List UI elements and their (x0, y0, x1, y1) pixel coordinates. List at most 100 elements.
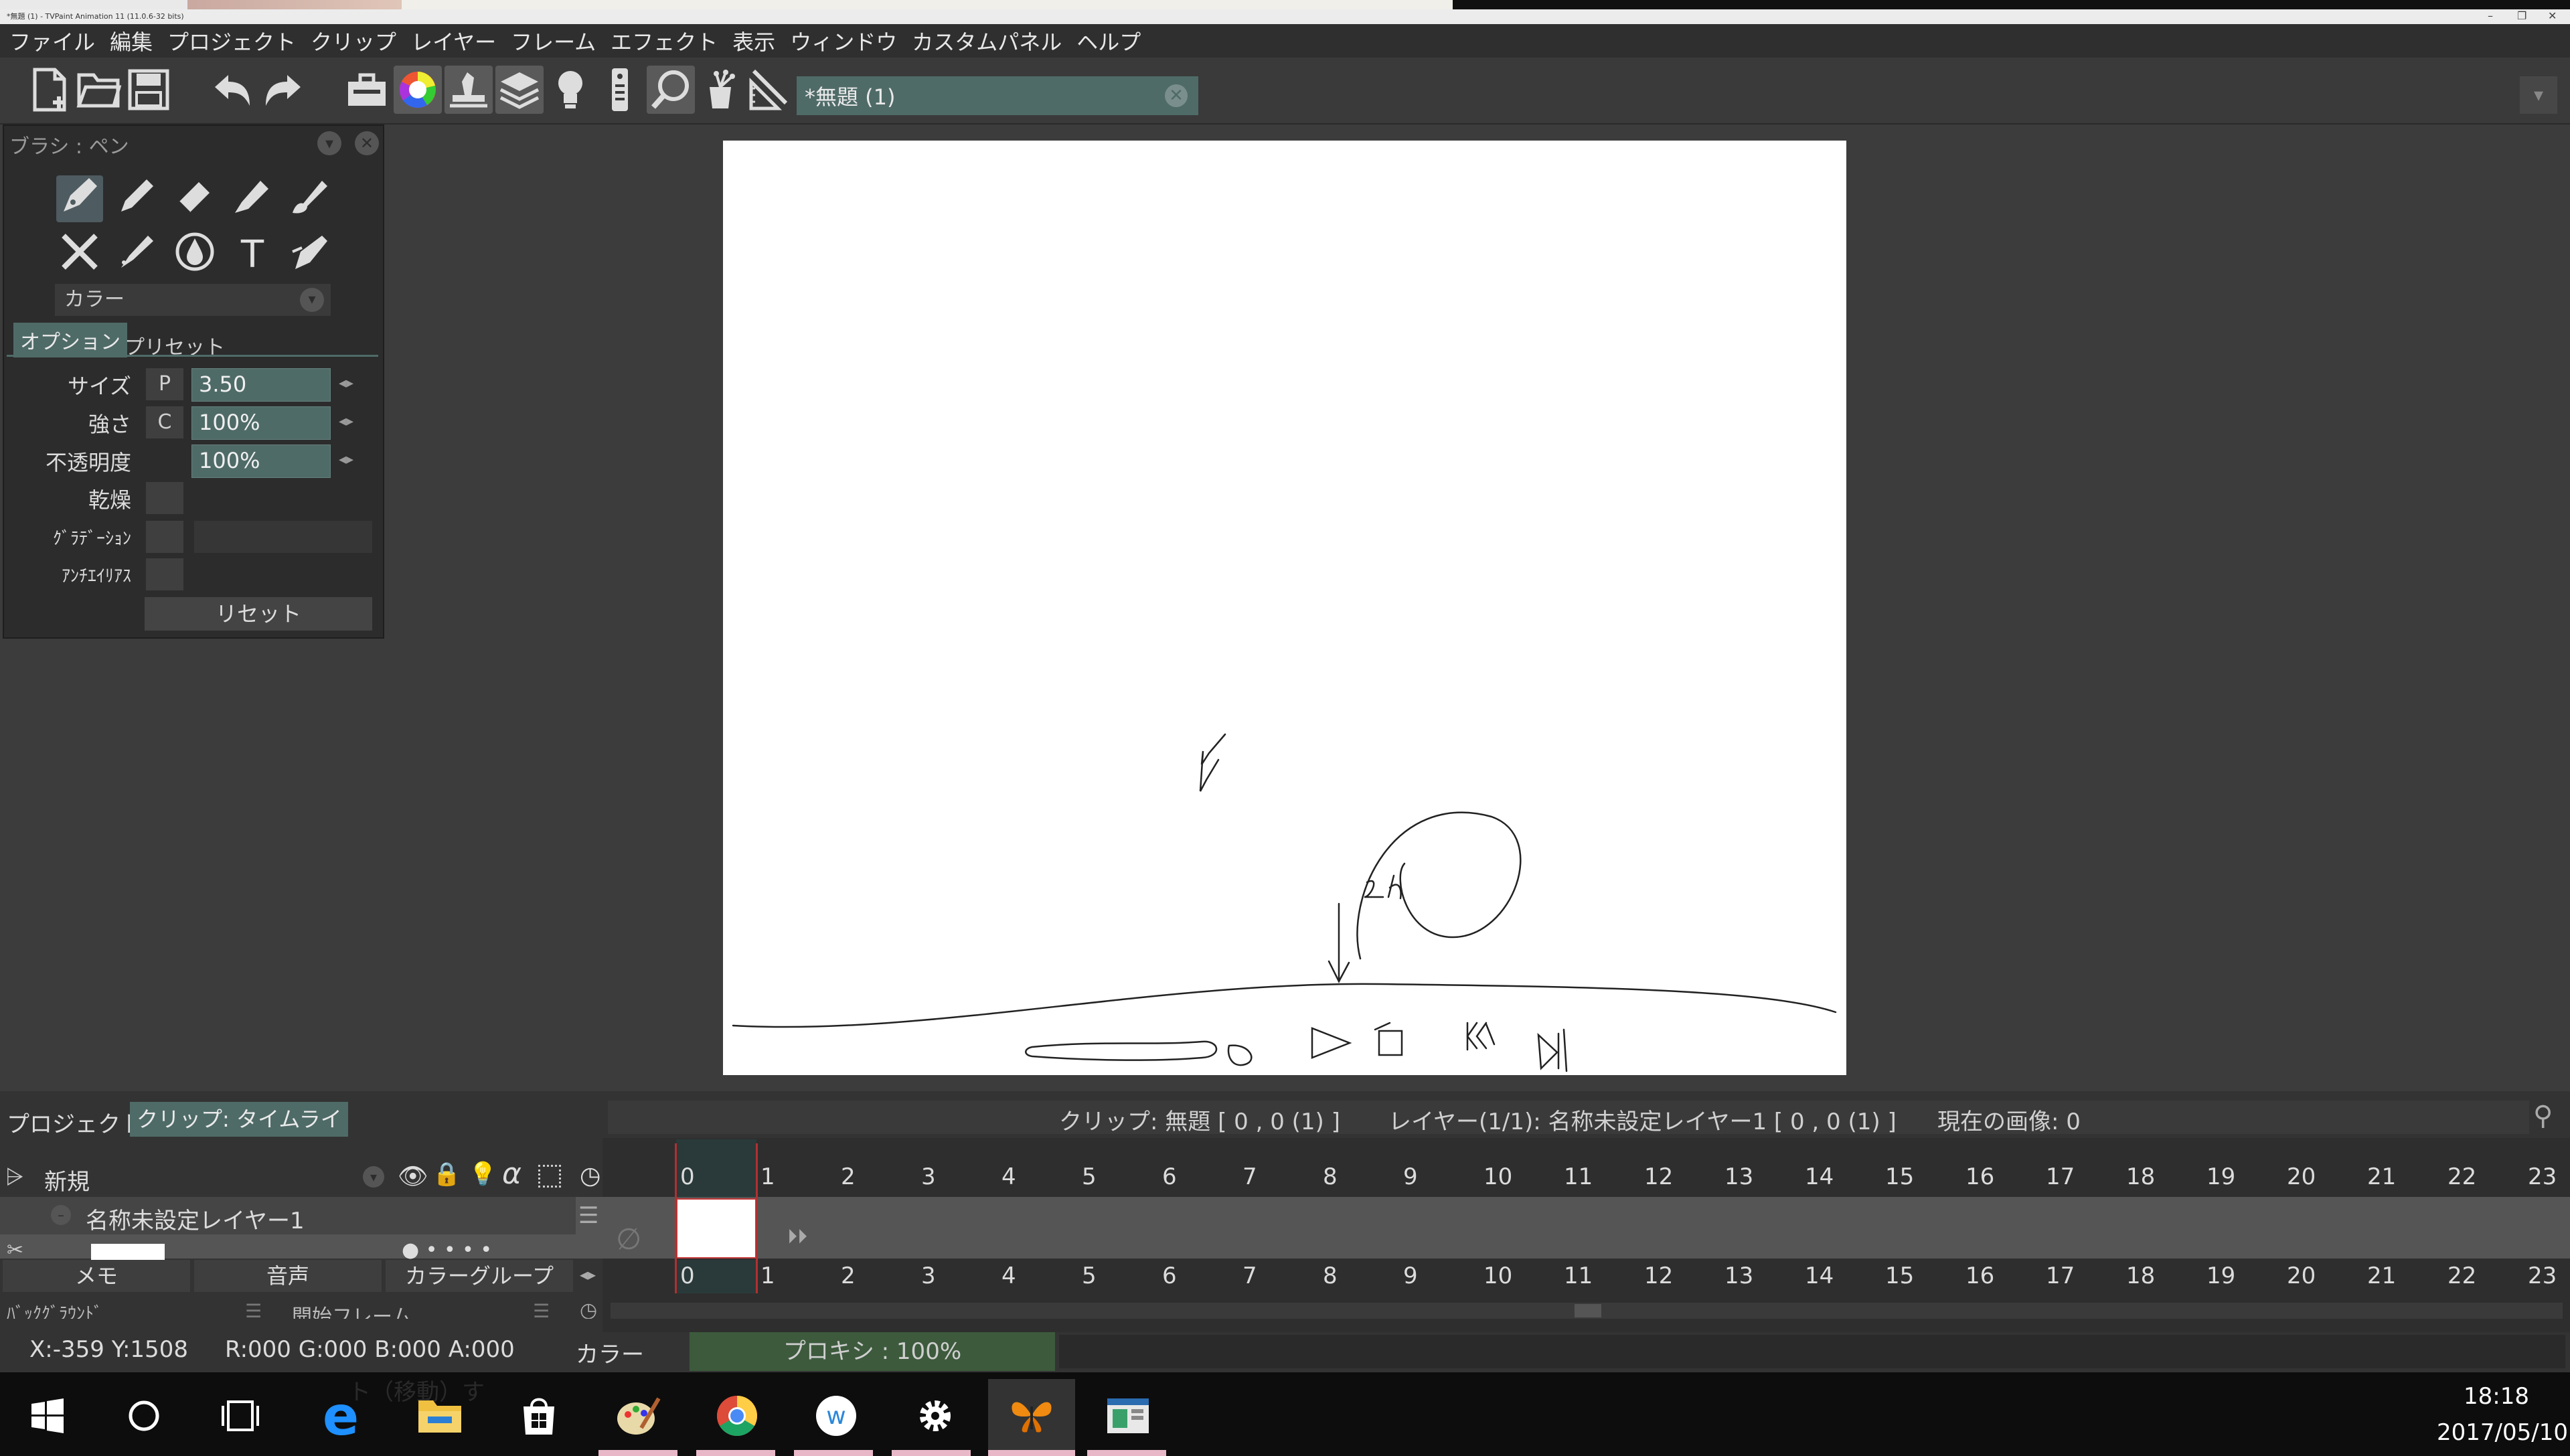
close-window-button[interactable]: ✕ (2548, 9, 2557, 22)
background-label[interactable]: ﾊﾞｯｸｸﾞﾗｳﾝﾄﾞ (7, 1300, 102, 1319)
menu-layer[interactable]: レイヤー (411, 25, 496, 56)
size-input[interactable]: 3.50 (191, 368, 331, 402)
color-wheel-icon[interactable] (394, 66, 442, 114)
gradation-checkbox[interactable] (146, 521, 183, 553)
alpha-icon[interactable]: α (502, 1157, 521, 1191)
start-frame-menu-icon[interactable]: ☰ (533, 1300, 550, 1322)
save-icon[interactable] (125, 66, 173, 114)
panel-close-icon[interactable]: ✕ (355, 131, 379, 155)
toolbar-dropdown-button[interactable]: ▾ (2520, 76, 2557, 114)
frame-number[interactable]: 20 (2287, 1163, 2316, 1190)
store-icon[interactable] (495, 1379, 582, 1453)
cross-brush-icon[interactable] (56, 232, 103, 278)
opacity-input[interactable]: 100% (191, 444, 331, 478)
airbrush-icon[interactable] (114, 232, 161, 278)
drawing-canvas[interactable] (723, 141, 1846, 1075)
pencil-brush-icon[interactable] (114, 175, 161, 222)
menu-view[interactable]: 表示 (732, 25, 775, 56)
frame-number[interactable]: 8 (1323, 1263, 1338, 1289)
frame-number[interactable]: 9 (1403, 1163, 1418, 1190)
frame-number[interactable]: 23 (2528, 1163, 2557, 1190)
paint-app-icon[interactable] (594, 1379, 681, 1453)
menu-custom-panel[interactable]: カスタムパネル (912, 25, 1062, 56)
frame-number[interactable]: 10 (1483, 1263, 1512, 1289)
frame-number[interactable]: 23 (2528, 1263, 2557, 1289)
menu-frame[interactable]: フレーム (511, 25, 596, 56)
clock-date[interactable]: 2017/05/10 (2437, 1419, 2568, 1446)
panel-collapse-icon[interactable]: ▾ (317, 131, 341, 155)
empty-frame-icon[interactable]: ∅ (616, 1222, 641, 1257)
frame-number[interactable]: 12 (1644, 1263, 1673, 1289)
restore-button[interactable]: ❐ (2517, 9, 2526, 22)
new-layer-label[interactable]: 新規 (44, 1163, 90, 1196)
timeline-scroll-arrows-icon[interactable]: ◂▸ (580, 1265, 596, 1284)
brush-tool-icon[interactable] (287, 175, 333, 222)
strength-input[interactable]: 100% (191, 406, 331, 440)
new-file-icon[interactable] (25, 66, 74, 114)
tab-clip-timeline[interactable]: クリップ: タイムライン (130, 1102, 348, 1167)
timeline-scrollbar[interactable] (611, 1303, 2563, 1319)
light-table-icon[interactable]: 💡 (469, 1161, 497, 1188)
frame-number[interactable]: 14 (1805, 1263, 1834, 1289)
tab-presets[interactable]: プリセット (118, 328, 232, 363)
frame-number[interactable]: 2 (841, 1163, 856, 1190)
audio-button[interactable]: 音声 (194, 1260, 382, 1292)
magic-hat-icon[interactable] (696, 66, 744, 114)
frame-number[interactable]: 13 (1724, 1263, 1753, 1289)
menu-project[interactable]: プロジェクト (167, 25, 296, 56)
color-group-button[interactable]: カラーグループ (386, 1260, 573, 1292)
tvpaint-butterfly-icon[interactable] (988, 1379, 1075, 1453)
strength-spin-icon[interactable]: ◂▸ (339, 413, 353, 430)
new-layer-dropdown-icon[interactable]: ▾ (363, 1166, 384, 1188)
pen-brush-icon[interactable] (56, 175, 103, 222)
chrome-icon[interactable] (694, 1379, 781, 1453)
tab-options[interactable]: オプション (13, 323, 127, 357)
clock-time[interactable]: 18:18 (2464, 1383, 2529, 1410)
lightbulb-icon[interactable] (546, 66, 594, 114)
frame-number[interactable]: 18 (2126, 1163, 2155, 1190)
close-tab-icon[interactable]: ✕ (1165, 84, 1188, 107)
frame-number[interactable]: 7 (1242, 1163, 1257, 1190)
edge-browser-icon[interactable]: e (297, 1379, 384, 1453)
windows-start-icon[interactable] (4, 1379, 91, 1453)
frame-number[interactable]: 15 (1885, 1163, 1914, 1190)
layer-tool-icon[interactable]: ✂ (7, 1238, 23, 1262)
menu-window[interactable]: ウィンドウ (790, 25, 897, 56)
menu-effect[interactable]: エフェクト (611, 25, 718, 56)
frame-number[interactable]: 1 (760, 1163, 775, 1190)
dry-checkbox[interactable] (146, 482, 183, 514)
reset-button[interactable]: リセット (145, 597, 372, 631)
frame-number[interactable]: 16 (1965, 1163, 1994, 1190)
file-explorer-icon[interactable] (396, 1379, 483, 1453)
frame-number[interactable]: 21 (2367, 1263, 2396, 1289)
ruler-icon[interactable] (746, 66, 794, 114)
background-menu-icon[interactable]: ☰ (245, 1300, 262, 1322)
frame-number[interactable]: 6 (1162, 1263, 1177, 1289)
lock-icon[interactable]: 🔒 (432, 1161, 461, 1188)
marker-brush-icon[interactable] (229, 175, 276, 222)
timer-small-icon[interactable]: ◷ (580, 1299, 597, 1319)
frame-number[interactable]: 9 (1403, 1263, 1418, 1289)
frame-number[interactable]: 19 (2206, 1163, 2235, 1190)
frame-number[interactable]: 3 (921, 1163, 936, 1190)
frame-number[interactable]: 21 (2367, 1163, 2396, 1190)
memo-button[interactable]: メモ (3, 1260, 190, 1292)
window-app-icon[interactable] (1085, 1379, 1172, 1453)
pin-icon[interactable]: ⚲ (2533, 1101, 2553, 1131)
frame-number[interactable]: 22 (2447, 1163, 2476, 1190)
layer-name-row[interactable]: – 名称未設定レイヤー1 (0, 1197, 576, 1234)
cortana-search-icon[interactable] (100, 1379, 187, 1453)
extend-frame-icon[interactable]: ⏵⏵ (787, 1225, 807, 1248)
open-folder-icon[interactable] (75, 66, 123, 114)
layer-collapse-icon[interactable]: – (51, 1205, 71, 1225)
frame-number[interactable]: 17 (2046, 1263, 2075, 1289)
frame-number[interactable]: 7 (1242, 1263, 1257, 1289)
frame-number[interactable]: 2 (841, 1263, 856, 1289)
color-mode-select[interactable]: カラー ▾ (55, 284, 331, 316)
playhead[interactable] (675, 1143, 758, 1293)
opacity-spin-icon[interactable]: ◂▸ (339, 451, 353, 468)
frame-number[interactable]: 1 (760, 1263, 775, 1289)
tab-project[interactable]: プロジェクト (7, 1106, 143, 1139)
visibility-eye-icon[interactable]: 👁 (398, 1162, 428, 1190)
timeline-scrollbar-thumb[interactable] (1575, 1304, 1601, 1317)
